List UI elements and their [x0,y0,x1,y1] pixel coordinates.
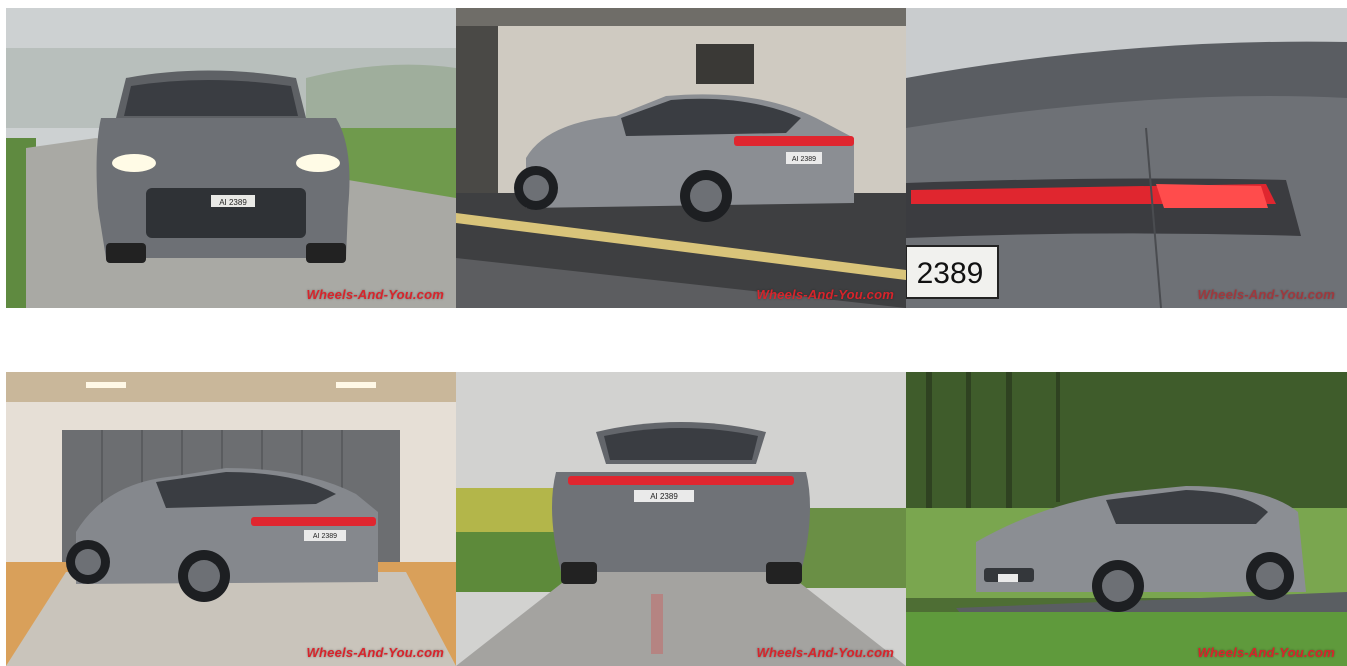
photo-tail-light-image: 2389 [906,8,1347,308]
svg-text:AI 2389: AI 2389 [219,198,247,207]
photo-garage-image: AI 2389 [6,372,456,666]
photo-tail-light-detail[interactable]: 2389 Wheels-And-You.com [906,8,1347,308]
photo-rear-image: AI 2389 [456,372,906,666]
watermark: Wheels-And-You.com [306,287,444,302]
photo-side-view[interactable]: Wheels-And-You.com [906,372,1347,666]
photo-rear-view[interactable]: AI 2389 Wheels-And-You.com [456,372,906,666]
photo-front-image: AI 2389 [6,8,456,308]
photo-rear-three-quarter[interactable]: AI 2389 Wheels-And-You.com [456,8,906,308]
watermark: Wheels-And-You.com [756,287,894,302]
svg-text:AI 2389: AI 2389 [792,156,816,163]
photo-front-view[interactable]: AI 2389 Wheels-And-You.com [6,8,456,308]
watermark: Wheels-And-You.com [306,645,444,660]
watermark: Wheels-And-You.com [756,645,894,660]
svg-text:AI 2389: AI 2389 [313,533,337,540]
svg-text:2389: 2389 [917,257,984,290]
photo-side-image [906,372,1347,666]
photo-rear-building-image: AI 2389 [456,8,906,308]
photo-garage-view[interactable]: AI 2389 Wheels-And-You.com [6,372,456,666]
svg-text:AI 2389: AI 2389 [650,492,678,501]
watermark: Wheels-And-You.com [1197,645,1335,660]
watermark: Wheels-And-You.com [1197,287,1335,302]
